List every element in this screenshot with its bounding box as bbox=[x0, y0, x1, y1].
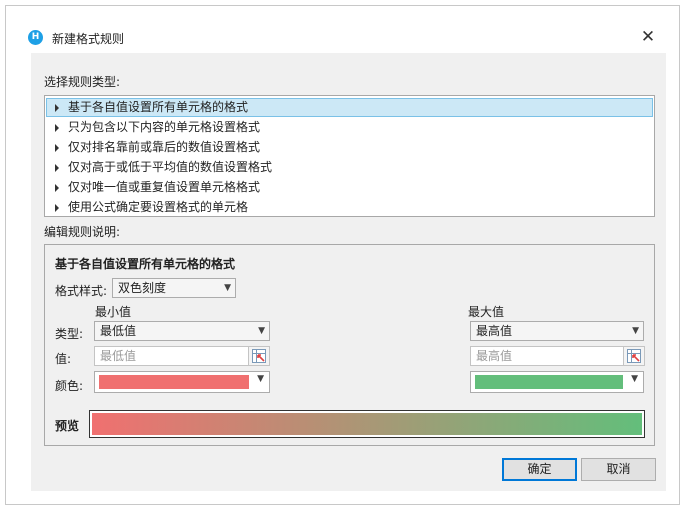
expand-arrow-icon bbox=[55, 164, 59, 172]
preview-label: 预览 bbox=[55, 419, 80, 433]
chevron-down-icon: ▼ bbox=[257, 374, 264, 384]
rule-type-list[interactable]: 基于各自值设置所有单元格的格式 只为包含以下内容的单元格设置格式 仅对排名靠前或… bbox=[44, 95, 655, 217]
expand-arrow-icon bbox=[55, 144, 59, 152]
type-label: 类型: bbox=[55, 327, 84, 341]
format-style-select[interactable]: 双色刻度 ▼ bbox=[112, 278, 236, 298]
app-logo-icon: H bbox=[28, 30, 43, 45]
max-value-input[interactable]: 最高值 bbox=[470, 346, 624, 366]
min-color-picker[interactable]: ▼ bbox=[94, 371, 270, 393]
cancel-button[interactable]: 取消 bbox=[581, 458, 656, 481]
expand-arrow-icon bbox=[55, 104, 59, 112]
edit-rule-panel: 基于各自值设置所有单元格的格式 格式样式: 双色刻度 ▼ 最小值 最大值 类型:… bbox=[44, 244, 655, 446]
color-label: 颜色: bbox=[55, 379, 84, 393]
format-style-label: 格式样式: bbox=[55, 284, 108, 298]
rule-type-item-1[interactable]: 只为包含以下内容的单元格设置格式 bbox=[46, 118, 653, 137]
max-type-value: 最高值 bbox=[476, 324, 513, 338]
max-color-picker[interactable]: ▼ bbox=[470, 371, 644, 393]
rule-type-item-5[interactable]: 使用公式确定要设置格式的单元格 bbox=[46, 198, 653, 217]
chevron-down-icon: ▼ bbox=[224, 283, 231, 293]
format-style-value: 双色刻度 bbox=[118, 281, 167, 295]
rule-type-label: 仅对高于或低于平均值的数值设置格式 bbox=[68, 160, 273, 174]
max-type-select[interactable]: 最高值 ▼ bbox=[470, 321, 644, 341]
min-range-picker-button[interactable] bbox=[248, 346, 270, 366]
rule-type-label: 基于各自值设置所有单元格的格式 bbox=[68, 100, 249, 114]
title-bar: H 新建格式规则 ✕ bbox=[6, 6, 679, 50]
chevron-down-icon: ▼ bbox=[258, 326, 265, 336]
dialog-title: 新建格式规则 bbox=[52, 32, 125, 46]
range-select-icon bbox=[252, 349, 266, 363]
rule-type-label: 仅对唯一值或重复值设置单元格格式 bbox=[68, 180, 261, 194]
expand-arrow-icon bbox=[55, 124, 59, 132]
min-value-header: 最小值 bbox=[95, 305, 132, 319]
rule-type-item-4[interactable]: 仅对唯一值或重复值设置单元格格式 bbox=[46, 178, 653, 197]
max-value-header: 最大值 bbox=[468, 305, 505, 319]
chevron-down-icon: ▼ bbox=[632, 326, 639, 336]
max-color-swatch bbox=[475, 375, 623, 389]
rule-type-item-2[interactable]: 仅对排名靠前或靠后的数值设置格式 bbox=[46, 138, 653, 157]
rule-type-label: 只为包含以下内容的单元格设置格式 bbox=[68, 120, 261, 134]
value-label: 值: bbox=[55, 352, 72, 366]
edit-rule-description-label: 编辑规则说明: bbox=[44, 225, 121, 239]
rule-type-label: 仅对排名靠前或靠后的数值设置格式 bbox=[68, 140, 261, 154]
rule-type-label: 使用公式确定要设置格式的单元格 bbox=[68, 200, 249, 214]
color-scale-preview bbox=[92, 413, 642, 435]
expand-arrow-icon bbox=[55, 204, 59, 212]
range-select-icon bbox=[627, 349, 641, 363]
chevron-down-icon: ▼ bbox=[631, 374, 638, 384]
rule-type-item-0[interactable]: 基于各自值设置所有单元格的格式 bbox=[46, 98, 653, 117]
rule-type-item-3[interactable]: 仅对高于或低于平均值的数值设置格式 bbox=[46, 158, 653, 177]
select-rule-type-label: 选择规则类型: bbox=[44, 75, 121, 89]
max-range-picker-button[interactable] bbox=[623, 346, 645, 366]
rule-description-heading: 基于各自值设置所有单元格的格式 bbox=[55, 257, 236, 271]
preview-box bbox=[89, 410, 645, 438]
expand-arrow-icon bbox=[55, 184, 59, 192]
min-value-input[interactable]: 最低值 bbox=[94, 346, 249, 366]
dialog-content: 选择规则类型: 基于各自值设置所有单元格的格式 只为包含以下内容的单元格设置格式… bbox=[31, 53, 666, 491]
ok-button[interactable]: 确定 bbox=[502, 458, 577, 481]
min-type-value: 最低值 bbox=[100, 324, 137, 338]
new-format-rule-dialog: H 新建格式规则 ✕ 选择规则类型: 基于各自值设置所有单元格的格式 只为包含以… bbox=[5, 5, 680, 505]
min-color-swatch bbox=[99, 375, 249, 389]
min-type-select[interactable]: 最低值 ▼ bbox=[94, 321, 270, 341]
close-icon[interactable]: ✕ bbox=[638, 27, 658, 47]
